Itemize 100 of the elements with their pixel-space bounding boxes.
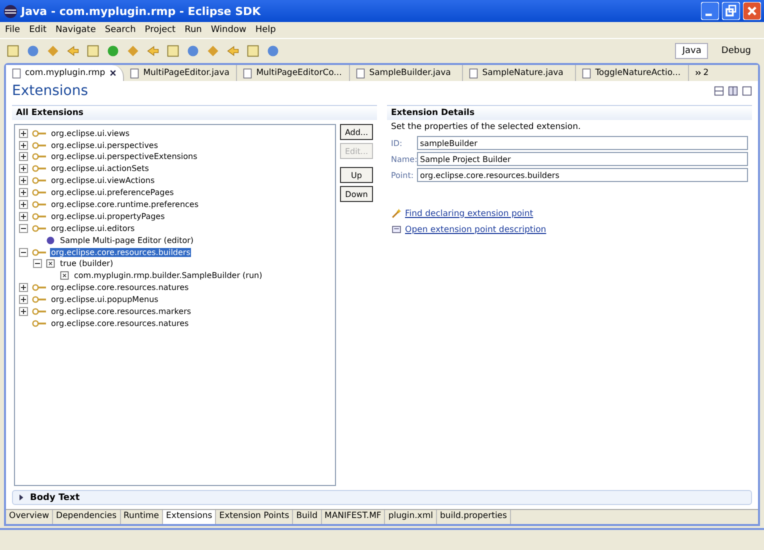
collapse-icon[interactable]	[19, 248, 28, 257]
action-button[interactable]: Add...	[340, 124, 373, 140]
tree-item[interactable]: org.eclipse.ui.editors	[50, 224, 136, 233]
plug-icon	[32, 284, 46, 292]
file-icon	[356, 68, 366, 78]
menu-item[interactable]: Edit	[29, 25, 46, 35]
tree-item[interactable]: org.eclipse.core.runtime.preferences	[50, 200, 200, 209]
menu-item[interactable]: Window	[210, 25, 246, 35]
page-tab[interactable]: MANIFEST.MF	[322, 510, 386, 524]
plug-icon	[32, 153, 46, 160]
page-tab[interactable]: Dependencies	[53, 510, 121, 524]
expand-icon[interactable]	[19, 128, 28, 138]
link[interactable]: Open extension point description	[405, 224, 546, 235]
plug-icon	[32, 296, 46, 304]
section-header: Extension Details	[387, 105, 752, 120]
tree-item[interactable]: org.eclipse.ui.popupMenus	[50, 295, 160, 304]
expand-icon[interactable]	[19, 295, 28, 304]
expand-icon[interactable]	[19, 212, 28, 221]
tree-item[interactable]: org.eclipse.ui.viewActions	[50, 176, 156, 186]
perspective-button[interactable]: Java	[675, 43, 708, 59]
plug-icon	[32, 308, 46, 315]
close-button[interactable]	[743, 2, 761, 20]
tree-item[interactable]: Sample Multi-page Editor (editor)	[59, 236, 195, 245]
tree-item[interactable]: true (builder)	[59, 259, 114, 268]
expand-icon	[18, 494, 24, 502]
layout-icon[interactable]	[714, 86, 724, 96]
file-icon	[243, 68, 252, 78]
text-field[interactable]: org.eclipse.core.resources.builders	[417, 168, 748, 182]
tree-item[interactable]: org.eclipse.ui.preferencePages	[50, 188, 175, 198]
file-icon	[582, 68, 592, 78]
tree-item[interactable]: org.eclipse.core.resources.natures	[50, 318, 190, 328]
page-tab[interactable]: Extension Points	[216, 510, 294, 524]
tree-item[interactable]: org.eclipse.core.resources.builders	[50, 248, 192, 257]
text-field[interactable]: Sample Project Builder	[417, 152, 748, 166]
section-description: Set the properties of the selected extension.	[390, 121, 582, 134]
field-label: Point:	[391, 170, 413, 180]
editor-tab[interactable]: com.myplugin.rmp	[6, 65, 124, 81]
plug-icon	[32, 142, 46, 148]
action-button[interactable]: Down	[340, 186, 373, 202]
tree-item[interactable]: org.eclipse.ui.perspectiveExtensions	[50, 152, 198, 162]
text-field[interactable]: sampleBuilder	[417, 136, 748, 150]
expand-icon[interactable]	[19, 306, 28, 316]
file-icon	[12, 68, 21, 78]
minimize-button[interactable]	[701, 2, 719, 20]
plug-icon	[32, 189, 46, 196]
section-header[interactable]: Body Text	[12, 490, 752, 505]
collapse-icon[interactable]	[33, 259, 42, 268]
xml-element-icon	[60, 271, 69, 280]
tree-item[interactable]: org.eclipse.core.resources.natures	[50, 283, 190, 292]
close-icon[interactable]	[109, 69, 118, 77]
section-title: Body Text	[30, 492, 80, 503]
tree-item[interactable]: org.eclipse.ui.views	[50, 128, 131, 138]
layout-icon[interactable]	[728, 86, 738, 96]
section-header: All Extensions	[12, 105, 377, 120]
file-icon	[130, 68, 140, 78]
page-title: Extensions	[12, 83, 88, 100]
plug-icon	[32, 224, 46, 232]
plug-icon	[32, 130, 46, 137]
menu-item[interactable]: Search	[104, 25, 136, 35]
page-tab[interactable]: plugin.xml	[385, 510, 437, 524]
expand-icon[interactable]	[19, 140, 28, 150]
tree-item[interactable]: org.eclipse.ui.actionSets	[50, 164, 150, 174]
menu-item[interactable]: Help	[255, 25, 276, 35]
plug-icon	[32, 320, 46, 327]
expand-icon[interactable]	[19, 176, 28, 186]
file-icon	[469, 68, 478, 78]
menu-item[interactable]: Navigate	[56, 25, 96, 35]
menu-item[interactable]: Run	[184, 25, 202, 35]
expand-icon[interactable]	[19, 152, 28, 162]
sphere-icon	[46, 236, 55, 245]
window-title: Java - com.myplugin.rmp - Eclipse SDK	[21, 4, 261, 18]
xml-element-icon	[46, 259, 55, 268]
restore-button[interactable]	[722, 2, 740, 20]
plug-icon	[32, 165, 46, 172]
page-tab[interactable]: Overview	[6, 510, 54, 524]
expand-icon[interactable]	[19, 188, 28, 198]
document-icon	[391, 224, 402, 236]
expand-icon[interactable]	[19, 283, 28, 292]
tree-item[interactable]: org.eclipse.ui.perspectives	[50, 140, 160, 150]
eclipse-icon	[3, 4, 18, 18]
tree-item[interactable]: org.eclipse.ui.propertyPages	[50, 212, 166, 221]
page-tab[interactable]: Build	[293, 510, 322, 524]
menu-item[interactable]: File	[5, 25, 20, 35]
expand-icon[interactable]	[19, 164, 28, 174]
tree-item[interactable]: org.eclipse.core.resources.markers	[50, 306, 192, 316]
link[interactable]: Find declaring extension point	[405, 208, 534, 219]
action-button[interactable]: Up	[340, 167, 373, 184]
plug-icon	[32, 248, 46, 256]
plug-icon	[32, 177, 46, 184]
menu-item[interactable]: Project	[144, 25, 176, 35]
page-tab[interactable]: build.properties	[436, 510, 511, 524]
tree-item[interactable]: com.myplugin.rmp.builder.SampleBuilder (run)	[73, 271, 264, 280]
expand-icon[interactable]	[19, 200, 28, 209]
field-label: ID:	[391, 138, 404, 148]
chevron-icon[interactable]	[695, 70, 702, 76]
more-tabs-count[interactable]: 2	[703, 68, 709, 78]
collapse-icon[interactable]	[19, 224, 28, 233]
page-tab[interactable]: Extensions	[163, 510, 216, 524]
perspective-button[interactable]: Debug	[714, 43, 758, 59]
plug-icon	[32, 200, 46, 208]
